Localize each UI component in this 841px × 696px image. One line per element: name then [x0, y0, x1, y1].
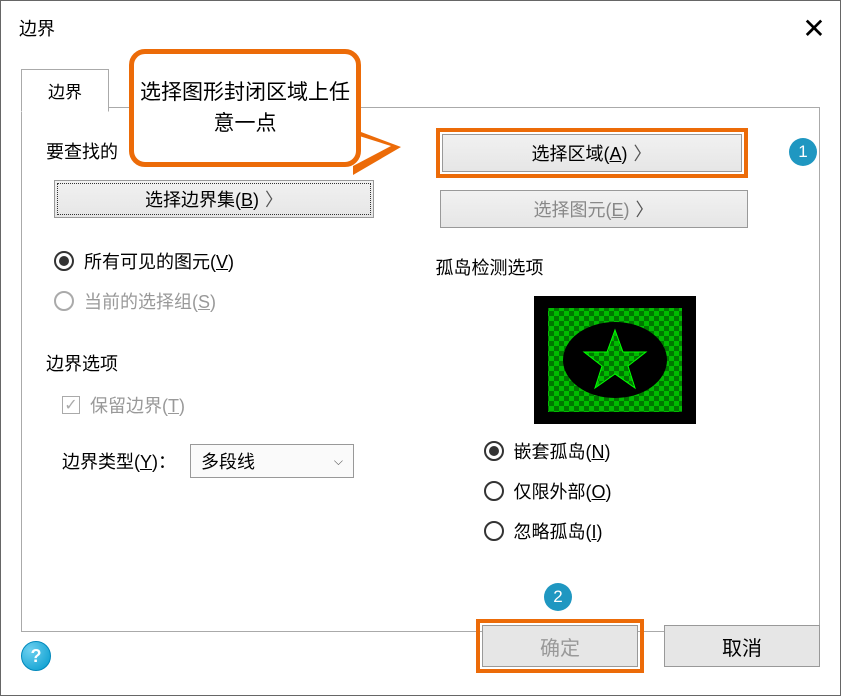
annotation-callout: 选择图形封闭区域上任意一点	[129, 49, 361, 167]
boundary-type-value: 多段线	[201, 448, 255, 474]
radio-icon	[484, 481, 504, 501]
footer-buttons: 2 确定 取消	[476, 619, 820, 673]
tab-panel: 要查找的 选择边界集(B) 〉 所有可见的图元(V)	[21, 107, 820, 632]
radio-outer-only[interactable]: 仅限外部(O)	[484, 478, 796, 504]
island-preview	[534, 296, 696, 424]
boundary-type-row: 边界类型(Y)： 多段线 ⌵	[62, 444, 406, 478]
select-area-label: 选择区域(A)	[531, 140, 627, 166]
select-boundary-set-button[interactable]: 选择边界集(B) 〉	[54, 180, 374, 218]
ok-label: 确定	[540, 632, 580, 661]
radio-icon	[54, 251, 74, 271]
check-icon: ✓	[62, 396, 80, 414]
select-area-highlight: 选择区域(A) 〉	[436, 128, 748, 178]
tab-label: 边界	[48, 83, 82, 102]
island-detection-header: 孤岛检测选项	[436, 254, 796, 280]
radio-icon	[54, 291, 74, 311]
select-boundary-set-label: 选择边界集(B)	[145, 186, 259, 212]
cancel-button[interactable]: 取消	[664, 625, 820, 667]
chevron-down-icon: ⌵	[334, 454, 343, 469]
right-column: 选择区域(A) 〉 1 选择图元(E) 〉 孤岛检测选项	[436, 128, 796, 611]
callout-text: 选择图形封闭区域上任意一点	[134, 77, 356, 140]
cancel-label: 取消	[722, 632, 762, 661]
tab-boundary[interactable]: 边界	[21, 69, 109, 112]
help-button[interactable]: ?	[21, 641, 51, 671]
chevron-right-icon: 〉	[634, 140, 652, 166]
window-title: 边界	[19, 15, 55, 41]
radio-icon	[484, 521, 504, 541]
titlebar: 边界 ✕	[1, 1, 840, 55]
annotation-badge-2: 2	[544, 583, 572, 611]
select-entity-label: 选择图元(E)	[533, 196, 629, 222]
keep-boundary-checkbox: ✓ 保留边界(T)	[62, 392, 406, 418]
chevron-right-icon: 〉	[636, 196, 654, 222]
boundary-type-label: 边界类型(Y)：	[62, 448, 176, 474]
radio-outer-label: 仅限外部(O)	[514, 478, 612, 504]
keep-boundary-label: 保留边界(T)	[90, 392, 185, 418]
radio-ignore-label: 忽略孤岛(I)	[514, 518, 603, 544]
annotation-badge-1: 1	[789, 138, 817, 166]
chevron-right-icon: 〉	[265, 186, 283, 212]
radio-icon	[484, 441, 504, 461]
radio-nested-label: 嵌套孤岛(N)	[514, 438, 611, 464]
radio-all-visible[interactable]: 所有可见的图元(V)	[54, 248, 406, 274]
boundary-type-select[interactable]: 多段线 ⌵	[190, 444, 354, 478]
radio-ignore-island[interactable]: 忽略孤岛(I)	[484, 518, 796, 544]
radio-current-selection: 当前的选择组(S)	[54, 288, 406, 314]
ok-button[interactable]: 确定	[482, 625, 638, 667]
radio-nested-island[interactable]: 嵌套孤岛(N)	[484, 438, 796, 464]
boundary-options-header: 边界选项	[46, 350, 406, 376]
radio-all-visible-label: 所有可见的图元(V)	[84, 248, 234, 274]
select-area-button[interactable]: 选择区域(A) 〉	[442, 134, 742, 172]
radio-current-selection-label: 当前的选择组(S)	[84, 288, 216, 314]
ok-highlight: 确定	[476, 619, 644, 673]
left-column: 要查找的 选择边界集(B) 〉 所有可见的图元(V)	[46, 128, 406, 611]
select-entity-button: 选择图元(E) 〉	[440, 190, 748, 228]
dialog-window: 边界 ✕ 选择图形封闭区域上任意一点 边界 要查找的 选择边界集(B)	[0, 0, 841, 696]
close-icon[interactable]: ✕	[792, 12, 836, 45]
